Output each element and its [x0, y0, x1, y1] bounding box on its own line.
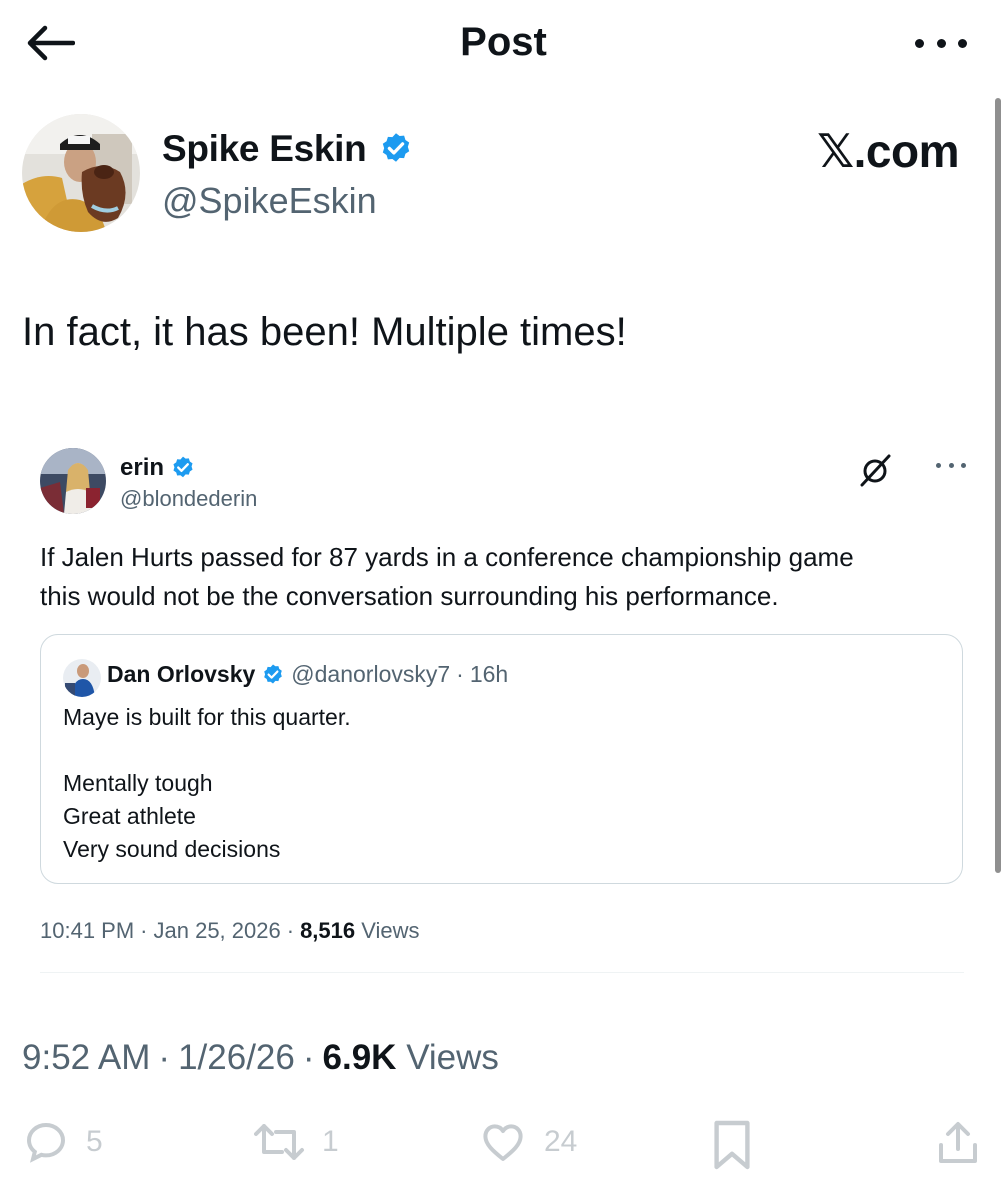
reply-icon — [26, 1122, 66, 1163]
quoted-post-time[interactable]: 10:41 PM — [40, 918, 134, 944]
quoted-views-label: Views — [361, 918, 420, 943]
repost-count: 1 — [322, 1125, 339, 1158]
grok-icon[interactable] — [858, 452, 894, 488]
quoted-author-avatar[interactable] — [40, 448, 106, 514]
post-views-label: Views — [406, 1038, 499, 1077]
inner-text-line — [63, 734, 351, 767]
inner-text-line: Very sound decisions — [63, 836, 281, 862]
quoted-views-count: 8,516 — [300, 918, 356, 943]
quoted-text-line: If Jalen Hurts passed for 87 yards in a … — [40, 542, 854, 572]
quoted-name-row[interactable]: erin — [120, 454, 196, 482]
inner-author-name[interactable]: Dan Orlovsky — [107, 661, 255, 688]
author-avatar[interactable] — [22, 114, 140, 232]
inner-text-line: Great athlete — [63, 803, 196, 829]
repost-icon — [254, 1124, 304, 1160]
xcom-watermark: 𝕏.com — [817, 125, 959, 177]
verified-badge-icon — [383, 133, 410, 162]
inner-author-handle[interactable]: @danorlovsky7 — [291, 661, 450, 688]
like-count: 24 — [544, 1125, 578, 1158]
separator-dot: · — [286, 918, 295, 943]
share-button[interactable] — [934, 1118, 982, 1168]
quoted-post-date[interactable]: Jan 25, 2026 — [154, 918, 281, 944]
quoted-author-name[interactable]: erin — [120, 454, 164, 482]
quoted-text-line: this would not be the conversation surro… — [40, 581, 779, 611]
verified-badge-icon — [264, 664, 283, 683]
more-icon-dot — [961, 462, 966, 468]
action-bar: 5 1 24 — [0, 1118, 1007, 1178]
share-icon — [939, 1122, 977, 1163]
post-meta: 9:52 AM · 1/26/26 · 6.9K Views — [22, 1038, 499, 1078]
more-icon — [915, 38, 924, 48]
top-bar: Post — [0, 0, 1007, 90]
divider — [40, 972, 964, 973]
post-time[interactable]: 9:52 AM — [22, 1038, 150, 1078]
author-name-row[interactable]: Spike Eskin — [162, 128, 414, 170]
repost-button[interactable]: 1 — [252, 1118, 339, 1166]
more-icon-dot — [958, 38, 967, 48]
quoted-author-handle[interactable]: @blondederin — [120, 486, 257, 512]
quoted-post-meta: 10:41 PM · Jan 25, 2026 · 8,516 Views — [40, 918, 420, 944]
inner-post-text: Maye is built for this quarter. Mentally… — [63, 701, 351, 866]
more-icon-dot — [948, 462, 954, 468]
separator-dot: · — [456, 661, 464, 687]
inner-author-avatar[interactable] — [63, 659, 101, 697]
like-button[interactable]: 24 — [478, 1118, 577, 1166]
inner-text-line: Maye is built for this quarter. — [63, 704, 351, 730]
like-icon — [483, 1124, 523, 1161]
more-button[interactable] — [915, 28, 967, 58]
inner-quote-header: Dan Orlovsky @danorlovsky7 · 16h — [107, 661, 508, 688]
author-handle[interactable]: @SpikeEskin — [162, 180, 377, 222]
scrollbar[interactable] — [995, 98, 1001, 873]
quoted-more-button[interactable] — [936, 460, 966, 470]
post-date[interactable]: 1/26/26 — [178, 1038, 295, 1078]
bookmark-icon — [714, 1120, 750, 1170]
bookmark-button[interactable] — [710, 1118, 754, 1172]
post-views-count: 6.9K — [322, 1038, 397, 1077]
more-icon-dot — [936, 38, 946, 48]
post-text: In fact, it has been! Multiple times! — [22, 310, 627, 354]
author-name[interactable]: Spike Eskin — [162, 128, 367, 170]
more-icon — [936, 462, 941, 468]
quoted-post-text: If Jalen Hurts passed for 87 yards in a … — [40, 538, 960, 616]
separator-dot: · — [140, 918, 148, 943]
page-title: Post — [460, 20, 547, 64]
separator-dot: · — [158, 1038, 171, 1077]
separator-dot: · — [302, 1038, 315, 1077]
inner-quoted-post[interactable]: Dan Orlovsky @danorlovsky7 · 16h Maye is… — [40, 634, 963, 884]
reply-button[interactable]: 5 — [22, 1118, 103, 1166]
reply-count: 5 — [86, 1125, 103, 1158]
inner-post-age[interactable]: 16h — [470, 661, 508, 688]
inner-text-line: Mentally tough — [63, 770, 213, 796]
verified-badge-icon — [173, 456, 193, 478]
